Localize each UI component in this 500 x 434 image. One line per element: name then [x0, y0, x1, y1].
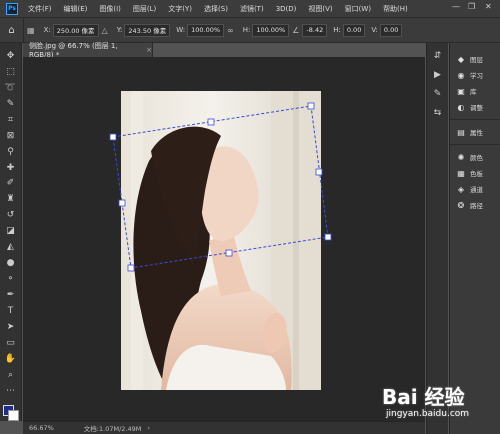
channels-icon: ◈ — [457, 184, 465, 194]
transform-handle-bottom-middle[interactable] — [225, 249, 233, 257]
panel-divider — [450, 144, 500, 145]
panel-learn[interactable]: ◉ 学习 — [450, 67, 500, 83]
baidu-jingyan-watermark: Bai 经验 jingyan.baidu.com — [382, 381, 498, 425]
status-arrow-icon[interactable]: › — [147, 424, 150, 432]
panel-libraries[interactable]: ▣ 库 — [450, 83, 500, 99]
panel-swatches[interactable]: ▦ 色板 — [450, 165, 500, 181]
paths-icon: ❂ — [457, 200, 465, 210]
panel-layers-label: 图层 — [470, 56, 483, 64]
panel-adjustments[interactable]: ◐ 调整 — [450, 99, 500, 115]
transform-handle-top-left[interactable] — [109, 133, 117, 141]
learn-icon: ◉ — [457, 70, 465, 80]
zoom-level[interactable]: 66.67% — [29, 424, 54, 432]
brushes-panel-icon[interactable]: ✎ — [434, 89, 442, 99]
panel-learn-label: 学习 — [470, 72, 483, 80]
actions-panel-icon[interactable]: ▶ — [434, 70, 441, 80]
adjustments-icon: ◐ — [457, 102, 465, 112]
adjust-sliders-icon[interactable]: ⇆ — [434, 108, 442, 118]
properties-icon: ▤ — [457, 127, 465, 137]
panel-paths-label: 路径 — [470, 202, 483, 210]
panel-divider — [450, 119, 500, 120]
swatches-icon: ▦ — [457, 168, 465, 178]
transform-handle-top-right[interactable] — [307, 102, 315, 110]
panel-paths[interactable]: ❂ 路径 — [450, 197, 500, 213]
transform-handle-bottom-right[interactable] — [324, 233, 332, 241]
document-size: 文档:1.07M/2.49M — [83, 425, 142, 433]
transform-handle-bottom-left[interactable] — [127, 264, 135, 272]
color-icon: ✺ — [457, 152, 465, 162]
transform-handle-right-middle[interactable] — [315, 168, 323, 176]
panel-channels-label: 通道 — [470, 186, 483, 194]
watermark-brand: Bai 经验 — [382, 385, 465, 409]
panel-libraries-label: 库 — [470, 88, 477, 96]
transform-handle-left-middle[interactable] — [118, 199, 126, 207]
status-bar: 66.67% 文档:1.07M/2.49M › — [23, 421, 425, 434]
transform-bounding-box — [112, 105, 329, 269]
panel-layers[interactable]: ◆ 图层 — [450, 51, 500, 67]
panel-channels[interactable]: ◈ 通道 — [450, 181, 500, 197]
panel-properties-label: 属性 — [470, 129, 483, 137]
history-panel-icon[interactable]: ⇵ — [434, 51, 442, 61]
layers-icon: ◆ — [457, 54, 465, 64]
panel-swatches-label: 色板 — [470, 170, 483, 178]
libraries-icon: ▣ — [457, 86, 465, 96]
right-panels: ◆ 图层 ◉ 学习 ▣ 库 ◐ 调整 ▤ 属性 ✺ 颜色 ▦ 色板 ◈ 通道 ❂… — [449, 43, 500, 434]
collapsed-panel-strip: ⇵ ▶ ✎ ⇆ — [426, 43, 448, 434]
panel-color[interactable]: ✺ 颜色 — [450, 149, 500, 165]
watermark-url: jingyan.baidu.com — [386, 409, 470, 419]
panel-color-label: 颜色 — [470, 154, 483, 162]
panel-adjustments-label: 调整 — [470, 104, 483, 112]
panel-properties[interactable]: ▤ 属性 — [450, 124, 500, 140]
transform-overlay — [109, 102, 332, 272]
transform-handle-top-middle[interactable] — [207, 118, 215, 126]
